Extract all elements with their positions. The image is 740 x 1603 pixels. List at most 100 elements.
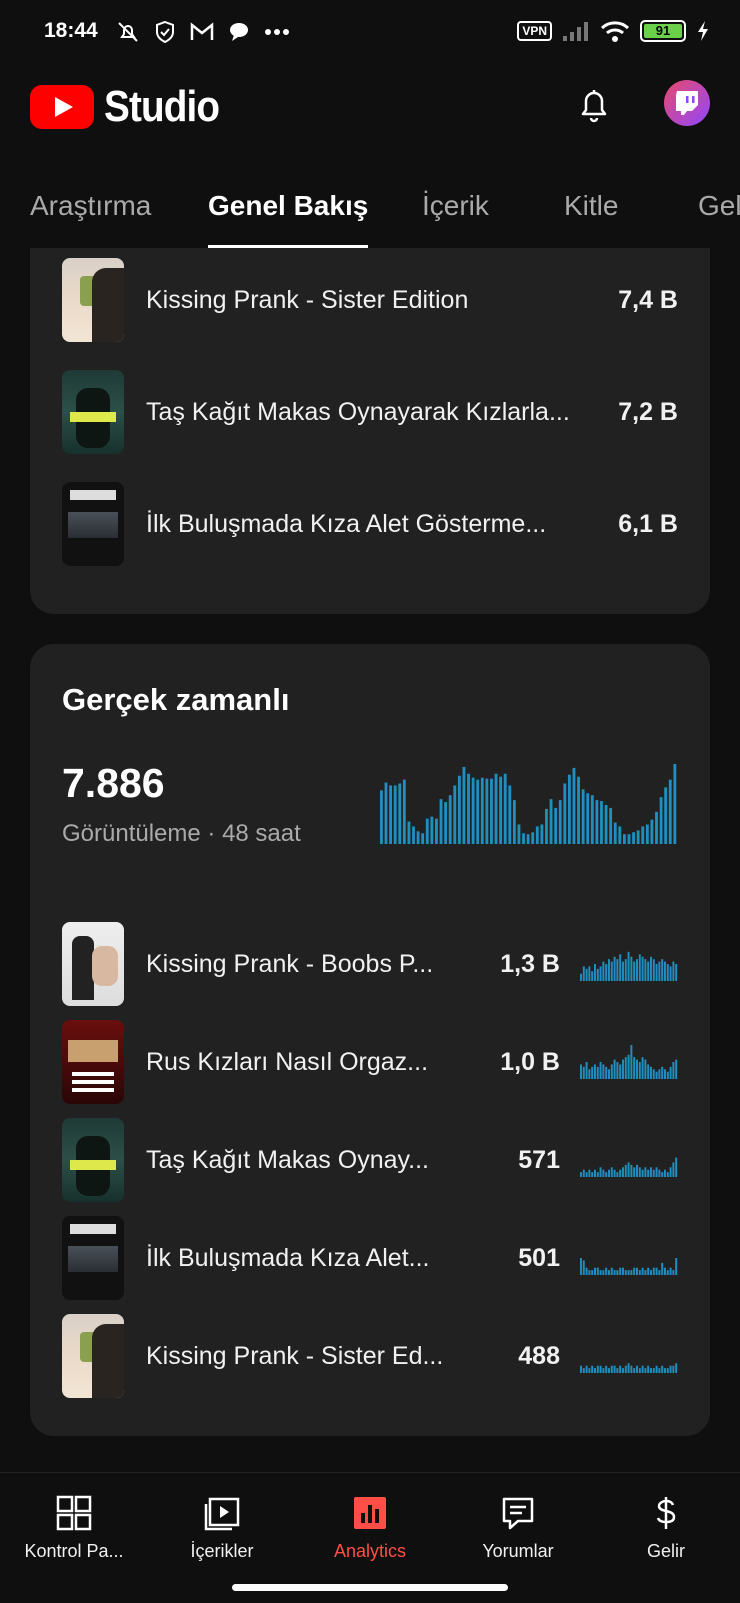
spark-bar <box>591 1172 594 1177</box>
spark-bar <box>672 1062 675 1079</box>
spark-bar <box>636 1164 638 1177</box>
spark-bar <box>666 1071 669 1079</box>
spark-bar <box>580 1172 582 1177</box>
realtime-bar <box>655 811 658 844</box>
realtime-bar <box>668 779 672 844</box>
spark-bar <box>599 1270 602 1275</box>
realtime-bar <box>503 773 507 844</box>
video-sparkline <box>580 1258 678 1275</box>
top-video-row[interactable]: İlk Buluşmada Kıza Alet Gösterme... 6,1 … <box>62 482 678 566</box>
spark-bar <box>641 1169 644 1177</box>
spark-bar <box>672 1365 675 1373</box>
realtime-video-row[interactable]: Kissing Prank - Sister Ed... 488 <box>62 1314 678 1398</box>
spark-bar <box>619 1365 622 1373</box>
realtime-bar <box>622 834 626 844</box>
realtime-bar <box>577 776 580 844</box>
analytics-icon <box>352 1495 388 1531</box>
spark-bar <box>591 1066 594 1079</box>
realtime-bar <box>618 826 622 844</box>
nav-comments[interactable]: Yorumlar <box>444 1495 592 1562</box>
spark-bar <box>624 1057 627 1079</box>
tab-audience[interactable]: Kitle <box>564 190 618 248</box>
twitch-avatar-icon[interactable] <box>664 80 710 126</box>
realtime-bar <box>380 790 383 844</box>
realtime-bar <box>613 822 617 844</box>
realtime-bar <box>567 774 571 844</box>
youtube-studio-logo[interactable]: Studio <box>30 82 235 132</box>
nav-dashboard[interactable]: Kontrol Pa... <box>0 1495 148 1562</box>
realtime-bar <box>393 785 397 844</box>
spark-bar <box>633 1167 636 1177</box>
video-title: İlk Buluşmada Kıza Alet Gösterme... <box>146 509 547 538</box>
spark-bar <box>602 1169 605 1177</box>
shield-icon <box>156 20 174 44</box>
spark-bar <box>608 1270 610 1275</box>
spark-bar <box>605 964 608 981</box>
spark-bar <box>630 1164 633 1177</box>
realtime-bar <box>586 793 590 844</box>
spark-bar <box>596 1365 599 1373</box>
video-title: Kissing Prank - Sister Ed... <box>146 1341 444 1370</box>
spark-bar <box>596 968 599 981</box>
spark-bar <box>605 1172 608 1177</box>
spark-bar <box>596 1066 599 1079</box>
spark-bar <box>622 1059 624 1079</box>
spark-bar <box>594 964 596 981</box>
nav-content[interactable]: İçerikler <box>148 1495 296 1562</box>
home-indicator[interactable] <box>232 1584 508 1591</box>
spark-bar <box>633 1368 636 1373</box>
tab-content[interactable]: İçerik <box>422 190 489 248</box>
signal-icon <box>563 22 588 41</box>
spark-bar <box>596 1267 599 1275</box>
notification-bell-icon[interactable] <box>572 82 616 126</box>
realtime-video-row[interactable]: İlk Buluşmada Kıza Alet... 501 <box>62 1216 678 1300</box>
spark-bar <box>616 1270 619 1275</box>
video-sparkline <box>580 1157 678 1177</box>
spark-bar <box>675 1059 678 1079</box>
realtime-bar <box>595 800 599 844</box>
spark-bar <box>633 961 636 981</box>
realtime-bar <box>430 816 434 844</box>
spark-bar <box>650 1167 652 1177</box>
spark-bar <box>661 959 664 981</box>
tab-revenue[interactable]: Gel <box>698 190 740 248</box>
realtime-bar <box>673 764 677 844</box>
realtime-bar <box>416 831 420 844</box>
realtime-video-row[interactable]: Taş Kağıt Makas Oynay... 571 <box>62 1118 678 1202</box>
realtime-bar <box>627 834 631 844</box>
nav-earn[interactable]: Gelir <box>592 1495 740 1562</box>
spark-bar <box>650 1368 652 1373</box>
spark-bar <box>580 1365 582 1373</box>
realtime-bar <box>563 783 567 844</box>
spark-bar <box>613 956 616 981</box>
video-thumbnail <box>62 258 124 342</box>
realtime-video-row[interactable]: Rus Kızları Nasıl Orgaz... 1,0 B <box>62 1020 678 1104</box>
spark-bar <box>650 1270 652 1275</box>
realtime-bar <box>664 787 668 844</box>
realtime-bar <box>439 799 443 844</box>
spark-bar <box>588 1169 591 1177</box>
tab-research[interactable]: Araştırma <box>30 190 151 248</box>
realtime-bar-chart[interactable] <box>380 764 678 844</box>
realtime-bar <box>384 782 388 844</box>
spark-bar <box>647 1365 650 1373</box>
nav-analytics[interactable]: Analytics <box>296 1495 444 1562</box>
video-views: 7,2 B <box>618 397 678 426</box>
realtime-bar <box>600 801 603 844</box>
tab-overview[interactable]: Genel Bakış <box>208 190 369 248</box>
spark-bar <box>622 1267 624 1275</box>
top-video-row[interactable]: Taş Kağıt Makas Oynayarak Kızlarla... 7,… <box>62 370 678 454</box>
video-thumbnail <box>62 1118 124 1202</box>
realtime-bar <box>490 778 493 844</box>
spark-bar <box>638 1062 641 1079</box>
realtime-video-row[interactable]: Kissing Prank - Boobs P... 1,3 B <box>62 922 678 1006</box>
spark-bar <box>650 1066 652 1079</box>
video-sparkline <box>580 1045 678 1079</box>
realtime-bar <box>545 808 548 844</box>
top-video-row[interactable]: Kissing Prank - Sister Edition 7,4 B <box>62 258 678 342</box>
spark-bar <box>652 1069 655 1079</box>
spark-bar <box>664 1169 666 1177</box>
spark-bar <box>585 968 588 981</box>
battery-indicator: 91 <box>640 20 686 42</box>
spark-bar <box>675 964 678 981</box>
